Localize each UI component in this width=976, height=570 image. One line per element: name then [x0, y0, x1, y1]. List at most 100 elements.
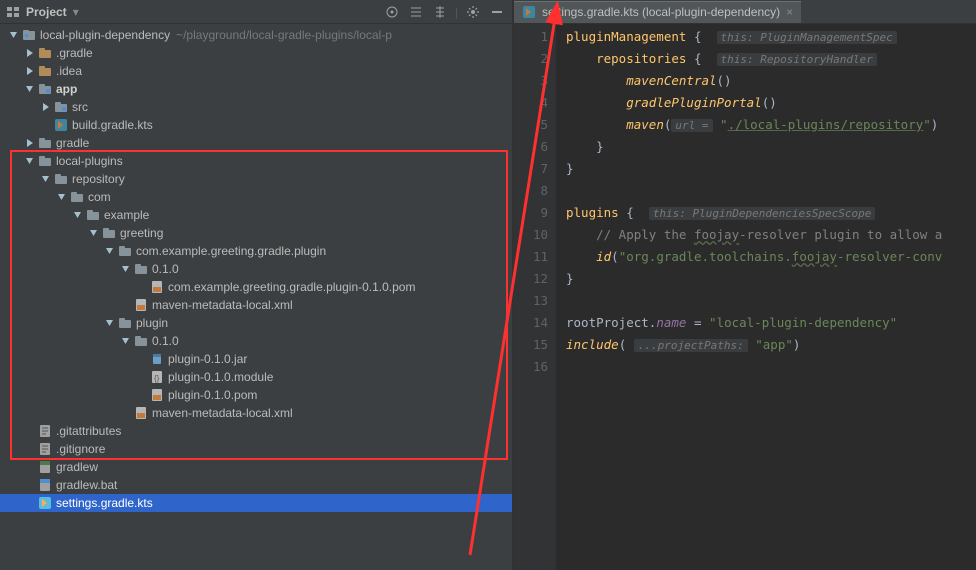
chevron-down-icon[interactable]	[24, 83, 36, 95]
tree-row[interactable]: .gitignore	[0, 440, 512, 458]
tree-row[interactable]: 0.1.0	[0, 260, 512, 278]
tree-row[interactable]: repository	[0, 170, 512, 188]
tree-row[interactable]: build.gradle.kts	[0, 116, 512, 134]
tree-row[interactable]: gradlew.bat	[0, 476, 512, 494]
project-icon	[6, 5, 20, 19]
locate-icon[interactable]	[383, 3, 401, 21]
tree-row[interactable]: settings.gradle.kts	[0, 494, 512, 512]
tree-row[interactable]: app	[0, 80, 512, 98]
chevron-right-icon[interactable]	[24, 65, 36, 77]
root-icon	[22, 28, 36, 42]
tree-label: .gitignore	[56, 442, 105, 456]
chevron-down-icon[interactable]	[24, 155, 36, 167]
chevron-down-icon[interactable]	[120, 335, 132, 347]
editor-tabbar: settings.gradle.kts (local-plugin-depend…	[514, 0, 976, 24]
project-tree[interactable]: local-plugin-dependency~/playground/loca…	[0, 24, 512, 570]
line-number: 11	[514, 246, 548, 268]
code-line[interactable]: }	[566, 268, 976, 290]
tree-row[interactable]: .idea	[0, 62, 512, 80]
tree-row[interactable]: maven-metadata-local.xml	[0, 404, 512, 422]
folder-mod-icon	[54, 100, 68, 114]
tree-label: repository	[72, 172, 125, 186]
chevron-down-icon[interactable]	[72, 209, 84, 221]
tree-row[interactable]: example	[0, 206, 512, 224]
spacer	[136, 371, 148, 383]
folder-icon	[86, 208, 100, 222]
chevron-down-icon[interactable]	[8, 29, 20, 41]
tree-row[interactable]: plugin-0.1.0.jar	[0, 350, 512, 368]
code-line[interactable]: // Apply the foojay-resolver plugin to a…	[566, 224, 976, 246]
tree-row[interactable]: local-plugins	[0, 152, 512, 170]
chevron-right-icon[interactable]	[24, 47, 36, 59]
tree-label: plugin-0.1.0.pom	[168, 388, 257, 402]
tree-row[interactable]: gradlew	[0, 458, 512, 476]
expand-all-icon[interactable]	[407, 3, 425, 21]
line-number: 3	[514, 70, 548, 92]
code-line[interactable]: pluginManagement { this: PluginManagemen…	[566, 26, 976, 48]
code-line[interactable]: repositories { this: RepositoryHandler	[566, 48, 976, 70]
code-line[interactable]: id("org.gradle.toolchains.foojay-resolve…	[566, 246, 976, 268]
tree-row[interactable]: com.example.greeting.gradle.plugin	[0, 242, 512, 260]
spacer	[24, 497, 36, 509]
chevron-down-icon[interactable]	[40, 173, 52, 185]
tree-row[interactable]: 0.1.0	[0, 332, 512, 350]
collapse-all-icon[interactable]	[431, 3, 449, 21]
tree-row[interactable]: .gitattributes	[0, 422, 512, 440]
line-number: 15	[514, 334, 548, 356]
code-line[interactable]: rootProject.name = "local-plugin-depende…	[566, 312, 976, 334]
chevron-right-icon[interactable]	[40, 101, 52, 113]
line-number: 5	[514, 114, 548, 136]
code-line[interactable]	[566, 180, 976, 202]
line-number: 2	[514, 48, 548, 70]
tree-label: gradlew	[56, 460, 98, 474]
code-line[interactable]: maven(url = "./local-plugins/repository"…	[566, 114, 976, 136]
tree-row[interactable]: gradle	[0, 134, 512, 152]
tree-row[interactable]: local-plugin-dependency~/playground/loca…	[0, 26, 512, 44]
tree-label: build.gradle.kts	[72, 118, 153, 132]
sh-icon	[38, 460, 52, 474]
dropdown-icon[interactable]: ▾	[73, 5, 79, 19]
code-line[interactable]: mavenCentral()	[566, 70, 976, 92]
spacer	[136, 353, 148, 365]
chevron-down-icon[interactable]	[104, 245, 116, 257]
chevron-down-icon[interactable]	[104, 317, 116, 329]
project-title[interactable]: Project	[26, 5, 67, 19]
folder-icon	[118, 244, 132, 258]
txt-icon	[38, 424, 52, 438]
code-line[interactable]: }	[566, 136, 976, 158]
tree-row[interactable]: com	[0, 188, 512, 206]
spacer	[24, 461, 36, 473]
code-editor[interactable]: 12345678910111213141516 pluginManagement…	[514, 24, 976, 570]
chevron-down-icon[interactable]	[88, 227, 100, 239]
settings-icon[interactable]	[464, 3, 482, 21]
kts-icon	[38, 496, 52, 510]
folder-icon	[54, 172, 68, 186]
tree-label: maven-metadata-local.xml	[152, 406, 293, 420]
code-line[interactable]: gradlePluginPortal()	[566, 92, 976, 114]
editor-tab[interactable]: settings.gradle.kts (local-plugin-depend…	[514, 1, 801, 23]
tree-row[interactable]: maven-metadata-local.xml	[0, 296, 512, 314]
tree-row[interactable]: {}plugin-0.1.0.module	[0, 368, 512, 386]
spacer	[120, 299, 132, 311]
hide-icon[interactable]	[488, 3, 506, 21]
chevron-down-icon[interactable]	[120, 263, 132, 275]
code-content[interactable]: pluginManagement { this: PluginManagemen…	[556, 24, 976, 570]
line-number: 10	[514, 224, 548, 246]
tree-row[interactable]: greeting	[0, 224, 512, 242]
code-line[interactable]	[566, 356, 976, 378]
close-tab-icon[interactable]: ×	[786, 5, 793, 19]
tree-row[interactable]: src	[0, 98, 512, 116]
tree-row[interactable]: .gradle	[0, 44, 512, 62]
xml-icon	[150, 280, 164, 294]
chevron-down-icon[interactable]	[56, 191, 68, 203]
tree-row[interactable]: com.example.greeting.gradle.plugin-0.1.0…	[0, 278, 512, 296]
tree-label: app	[56, 82, 77, 96]
code-line[interactable]: }	[566, 158, 976, 180]
code-line[interactable]	[566, 290, 976, 312]
tree-row[interactable]: plugin-0.1.0.pom	[0, 386, 512, 404]
tree-label: settings.gradle.kts	[56, 496, 153, 510]
code-line[interactable]: include( ...projectPaths: "app")	[566, 334, 976, 356]
chevron-right-icon[interactable]	[24, 137, 36, 149]
code-line[interactable]: plugins { this: PluginDependenciesSpecSc…	[566, 202, 976, 224]
tree-row[interactable]: plugin	[0, 314, 512, 332]
